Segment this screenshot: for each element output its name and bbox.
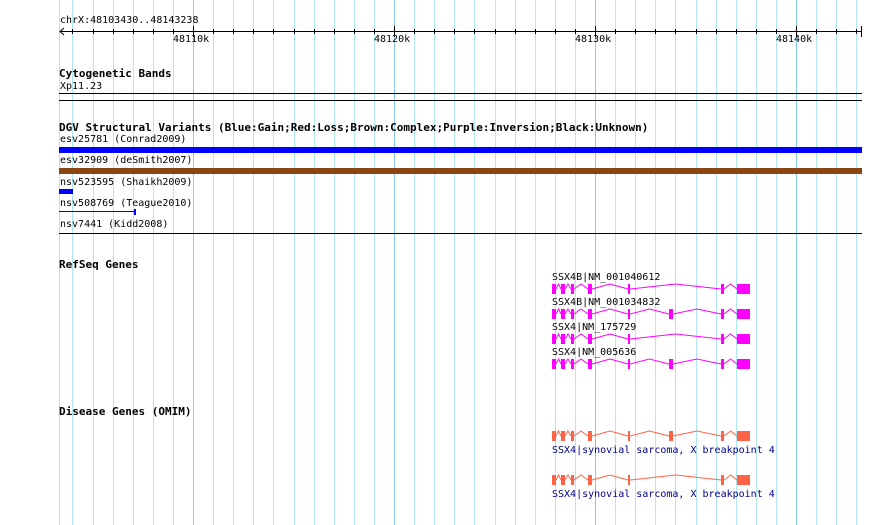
intron — [629, 308, 670, 315]
exon — [721, 334, 724, 344]
intron — [555, 282, 562, 290]
exon — [628, 309, 630, 319]
intron — [564, 474, 572, 481]
intron — [573, 474, 589, 481]
exon — [737, 475, 750, 485]
exon — [628, 475, 630, 485]
intron — [555, 307, 562, 315]
intron — [555, 357, 562, 365]
intron — [629, 333, 722, 340]
exon — [669, 431, 673, 441]
exon — [588, 309, 592, 319]
intron — [573, 283, 589, 290]
transcript-glyph — [552, 357, 750, 369]
intron — [564, 358, 572, 365]
exon — [552, 475, 556, 485]
exon — [721, 309, 724, 319]
intron — [723, 474, 738, 481]
intron — [723, 283, 738, 290]
exon — [737, 334, 750, 344]
intron — [629, 283, 722, 290]
intron — [555, 429, 562, 437]
exon — [571, 309, 574, 319]
intron — [723, 333, 738, 340]
exon — [561, 334, 565, 344]
gene-glyphs — [552, 282, 750, 485]
transcript-glyph — [552, 307, 750, 319]
exon — [561, 475, 565, 485]
exon — [628, 334, 630, 344]
exon — [737, 431, 750, 441]
exon — [571, 475, 574, 485]
transcript-glyph — [552, 429, 750, 441]
intron — [591, 430, 629, 437]
exon — [628, 284, 630, 294]
intron — [555, 332, 562, 340]
exon — [721, 431, 724, 441]
intron — [629, 358, 670, 365]
exon — [737, 309, 750, 319]
intron — [591, 474, 629, 481]
exon — [561, 284, 565, 294]
intron — [591, 333, 629, 340]
exon — [669, 309, 673, 319]
intron — [573, 358, 589, 365]
exon — [588, 431, 592, 441]
intron — [564, 430, 572, 437]
exon — [721, 475, 724, 485]
exon — [571, 334, 574, 344]
intron — [591, 283, 629, 290]
exon — [721, 284, 724, 294]
intron — [672, 358, 722, 365]
exon — [669, 359, 673, 369]
intron — [573, 308, 589, 315]
exon — [561, 431, 565, 441]
exon — [552, 334, 556, 344]
exon — [737, 359, 750, 369]
exon — [588, 359, 592, 369]
transcript-glyph — [552, 282, 750, 294]
exon — [737, 284, 750, 294]
exon — [571, 431, 574, 441]
intron — [629, 430, 670, 437]
intron — [723, 308, 738, 315]
exon — [721, 359, 724, 369]
exon — [552, 309, 556, 319]
exon — [588, 334, 592, 344]
intron — [555, 473, 562, 481]
intron — [723, 430, 738, 437]
intron — [573, 333, 589, 340]
transcript-glyph — [552, 332, 750, 344]
intron — [672, 308, 722, 315]
intron — [564, 333, 572, 340]
exon — [561, 309, 565, 319]
intron — [591, 358, 629, 365]
exon — [571, 359, 574, 369]
exon — [552, 284, 556, 294]
exon — [588, 284, 592, 294]
exon — [571, 284, 574, 294]
transcript-glyph — [552, 473, 750, 485]
exon — [561, 359, 565, 369]
intron — [672, 430, 722, 437]
intron — [591, 308, 629, 315]
exon — [628, 359, 630, 369]
exon — [588, 475, 592, 485]
intron — [564, 283, 572, 290]
intron — [629, 474, 722, 481]
intron — [564, 308, 572, 315]
intron — [573, 430, 589, 437]
exon — [552, 431, 556, 441]
exon — [552, 359, 556, 369]
intron — [723, 358, 738, 365]
exon — [628, 431, 630, 441]
